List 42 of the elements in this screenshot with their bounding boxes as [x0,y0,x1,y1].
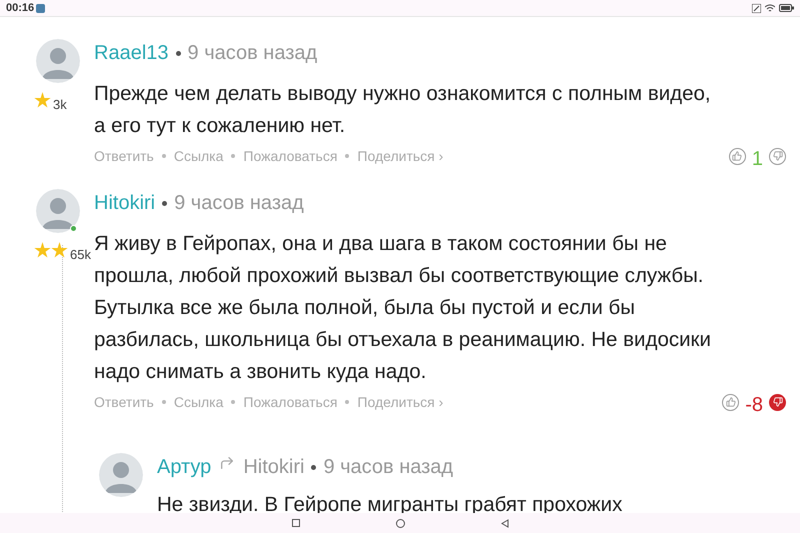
reply-to-link[interactable]: Hitokiri [243,452,304,482]
author-link[interactable]: Артур [157,452,212,482]
comment-time: 9 часов назад [174,191,304,216]
comment-action-link[interactable]: Поделиться › [357,146,444,166]
comment-action-link[interactable]: Пожаловаться [243,392,338,412]
vote-score: 1 [752,149,763,169]
downvote-button[interactable] [769,394,786,410]
user-rating: 65k [70,248,91,261]
downvote-button[interactable] [769,148,786,164]
avatar[interactable] [99,453,143,497]
user-rating: 3k [53,98,67,111]
comment-action-link[interactable]: Ответить [94,392,154,412]
thumbs-down-icon [772,151,782,161]
comment-text: Я живу в Гейропах, она и два шага в таком состоянии бы не прошла, любой прохожий вызвал бы соответствующие службы. Бутылка все же была полной, была бы пустой и если бы разбилась, школьница бы отъехала в реанимацию. Не видосики надо снимать а звонить куда надо. [94,231,712,385]
author-link[interactable]: Raael13 [94,38,169,68]
reply-arrow-icon [219,455,236,471]
comment-text: Прежде чем делать выводу нужно ознакомится с полным видео, а его тут к сожалению нет. [94,81,712,139]
thumbs-down-icon [772,397,782,407]
author-link[interactable]: Hitokiri [94,188,156,218]
avatar[interactable] [36,39,80,83]
back-icon[interactable] [500,518,508,528]
battery-icon [779,4,794,12]
wifi-icon [765,4,775,12]
comment-time: 9 часов назад [323,455,454,480]
comment-time: 9 часов назад [188,41,318,66]
comment-action-link[interactable]: Пожаловаться [243,146,338,166]
thumbs-up-icon [726,397,736,407]
recents-icon[interactable] [292,519,300,527]
comment-action-link[interactable]: Ответить [94,146,154,166]
comment-action-link[interactable]: Поделиться › [357,392,444,412]
status-time: 00:16 [6,0,34,16]
signal-icon [752,4,761,12]
vote-score: -8 [745,395,763,415]
upvote-button[interactable] [728,148,746,164]
thumbs-up-icon [732,151,742,161]
comment-action-link[interactable]: Ссылка [174,146,224,166]
comment-text: Не звизди. В Гейропе мигранты грабят прохожих [157,494,624,516]
home-icon[interactable] [396,518,404,528]
avatar[interactable] [36,189,80,233]
comment-action-link[interactable]: Ссылка [174,392,224,412]
upvote-button[interactable] [722,394,740,410]
notification-icon [36,4,46,12]
